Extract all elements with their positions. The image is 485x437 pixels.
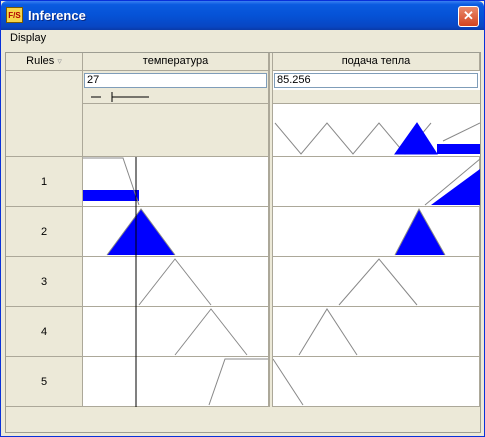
output-column-header[interactable]: подача тепла <box>273 53 480 71</box>
rule-label-1[interactable]: 1 <box>6 157 83 207</box>
rule-label-3[interactable]: 3 <box>6 257 83 307</box>
rule-2-output-plot[interactable] <box>273 207 480 257</box>
fis-logo-icon: F/S <box>6 7 23 23</box>
rule-4-input-plot[interactable] <box>83 307 269 357</box>
rule-1-output-plot[interactable] <box>273 157 480 207</box>
rule-5-output-plot[interactable] <box>273 357 480 407</box>
grid-footer <box>6 407 480 432</box>
sort-arrow-icon: ▿ <box>57 56 62 66</box>
value-row-spacer <box>6 71 83 157</box>
menu-bar: Display <box>1 30 484 48</box>
title-bar[interactable]: F/S Inference ✕ <box>1 1 484 30</box>
rule-label-5[interactable]: 5 <box>6 357 83 407</box>
rule-5-input-plot[interactable] <box>83 357 269 407</box>
rule-3-input-plot[interactable] <box>83 257 269 307</box>
output-value-area: 85.256 <box>273 71 480 157</box>
aggregated-output-plot <box>274 122 480 155</box>
rule-label-4[interactable]: 4 <box>6 307 83 357</box>
rule-1-input-plot[interactable] <box>83 157 269 207</box>
rule-3-output-plot[interactable] <box>273 257 480 307</box>
input-value-area: 27 <box>83 71 269 157</box>
rule-label-2[interactable]: 2 <box>6 207 83 257</box>
rules-header-label: Rules <box>26 55 55 67</box>
input-value-field[interactable]: 27 <box>84 73 267 88</box>
close-button[interactable]: ✕ <box>458 6 479 27</box>
window-title: Inference <box>28 8 86 23</box>
input-slider[interactable] <box>83 90 268 104</box>
output-column-label: подача тепла <box>341 55 411 67</box>
menu-display[interactable]: Display <box>10 32 46 44</box>
inference-grid: Rules ▿ температура подача тепла 27 85.2… <box>5 52 481 433</box>
input-column-header[interactable]: температура <box>83 53 269 71</box>
rule-4-output-plot[interactable] <box>273 307 480 357</box>
rules-header[interactable]: Rules ▿ <box>6 53 83 71</box>
slider-track <box>91 92 149 102</box>
inference-window: F/S Inference ✕ Display Rules ▿ температ… <box>0 0 485 437</box>
input-column-label: температура <box>142 55 209 67</box>
rule-2-input-plot[interactable] <box>83 207 269 257</box>
